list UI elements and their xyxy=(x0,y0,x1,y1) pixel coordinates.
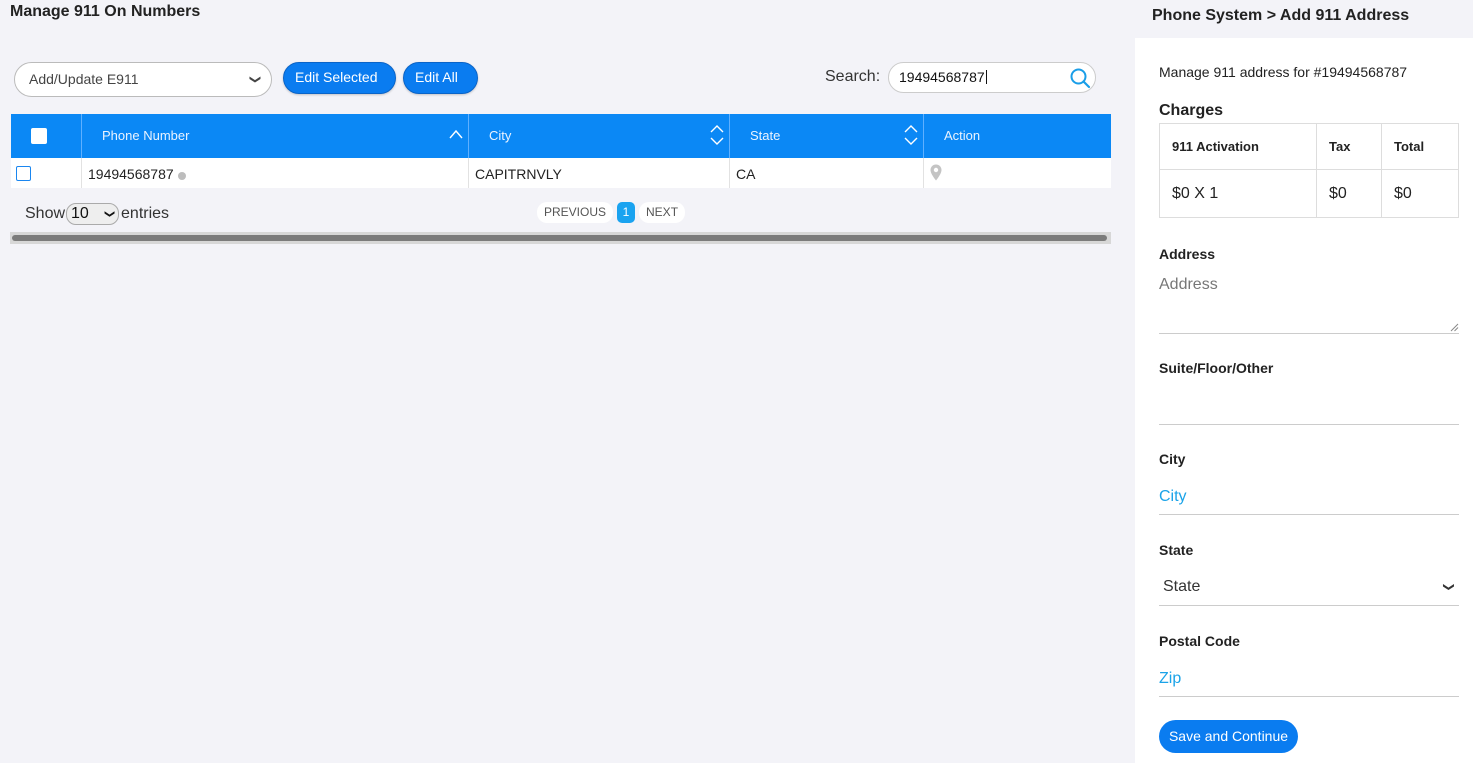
column-city[interactable]: City xyxy=(469,114,730,158)
charges-header-total: Total xyxy=(1381,123,1459,170)
suite-label: Suite/Floor/Other xyxy=(1159,360,1274,376)
postal-code-label: Postal Code xyxy=(1159,633,1240,649)
charges-activation-value: $0 X 1 xyxy=(1159,169,1317,218)
sort-icon xyxy=(710,125,724,145)
previous-page-button[interactable]: PREVIOUS xyxy=(537,202,614,223)
numbers-table: Phone Number City State Action 194945687… xyxy=(11,114,1111,188)
state-cell: CA xyxy=(730,158,924,188)
bulk-action-value: Add/Update E911 xyxy=(29,71,139,87)
search-value: 19494568787 xyxy=(899,69,985,85)
city-placeholder: City xyxy=(1159,488,1187,505)
charges-title: Charges xyxy=(1159,102,1224,119)
horizontal-scrollbar[interactable] xyxy=(10,232,1111,244)
city-cell: CAPITRNVLY xyxy=(469,158,730,188)
show-entries: Show 10 ❯ entries xyxy=(25,203,169,225)
action-cell xyxy=(924,158,1111,188)
charges-header-activation: 911 Activation xyxy=(1159,123,1317,170)
table-header: Phone Number City State Action xyxy=(11,114,1111,158)
sort-ascending-icon xyxy=(449,129,463,139)
address-placeholder: Address xyxy=(1159,276,1218,293)
state-select[interactable]: State ❯ xyxy=(1159,569,1459,606)
phone-cell: 19494568787 xyxy=(82,158,469,188)
column-action: Action xyxy=(944,128,981,143)
select-all-checkbox[interactable] xyxy=(31,128,47,144)
row-select-cell xyxy=(11,158,82,188)
scrollbar-thumb[interactable] xyxy=(12,235,1107,241)
row-checkbox[interactable] xyxy=(16,166,31,181)
column-state[interactable]: State xyxy=(730,114,924,158)
chevron-down-icon: ❯ xyxy=(248,74,261,85)
page-number-button[interactable]: 1 xyxy=(617,202,636,223)
sort-icon xyxy=(904,125,918,145)
save-and-continue-button[interactable]: Save and Continue xyxy=(1159,720,1298,753)
resize-handle-icon[interactable] xyxy=(1450,323,1459,332)
city-label: City xyxy=(1159,451,1186,467)
manage-address-text: Manage 911 address for #19494568787 xyxy=(1159,64,1408,80)
status-dot-icon xyxy=(177,172,186,180)
add-911-address-panel: Manage 911 address for #19494568787 Char… xyxy=(1135,38,1473,763)
breadcrumb: Phone System > Add 911 Address xyxy=(1152,7,1410,24)
search-label: Search: xyxy=(825,68,881,85)
postal-placeholder: Zip xyxy=(1159,670,1182,687)
chevron-down-icon: ❯ xyxy=(103,209,115,219)
search-icon[interactable] xyxy=(1069,67,1091,89)
header-select-all[interactable] xyxy=(11,114,82,158)
chevron-down-icon: ❯ xyxy=(1442,582,1455,592)
state-value: State xyxy=(1163,578,1201,595)
page-title: Manage 911 On Numbers xyxy=(10,3,201,20)
address-label: Address xyxy=(1159,246,1216,262)
charges-tax-value: $0 xyxy=(1316,169,1382,218)
column-phone-number[interactable]: Phone Number xyxy=(82,114,469,158)
address-field[interactable]: Address xyxy=(1159,272,1459,334)
state-label: State xyxy=(1159,542,1194,558)
phone-number-text: 19494568787 xyxy=(88,166,174,182)
charges-table: 911 Activation Tax Total $0 X 1 $0 $0 xyxy=(1159,123,1459,218)
charges-header-tax: Tax xyxy=(1316,123,1382,170)
charges-total-value: $0 xyxy=(1381,169,1459,218)
postal-code-field[interactable]: Zip xyxy=(1159,661,1459,697)
edit-all-button[interactable]: Edit All xyxy=(403,62,478,94)
entries-per-page-select[interactable]: 10 ❯ xyxy=(66,203,120,225)
pagination: PREVIOUS 1 NEXT xyxy=(537,202,686,223)
table-row: 19494568787 CAPITRNVLY CA xyxy=(11,158,1111,188)
map-pin-icon[interactable] xyxy=(930,164,942,181)
edit-selected-button[interactable]: Edit Selected xyxy=(283,62,396,94)
search-input[interactable]: 19494568787 xyxy=(888,62,1096,93)
city-field[interactable]: City xyxy=(1159,479,1459,515)
next-page-button[interactable]: NEXT xyxy=(639,202,686,223)
bulk-action-select[interactable]: Add/Update E911 ❯ xyxy=(14,62,272,97)
suite-field[interactable] xyxy=(1159,389,1459,425)
